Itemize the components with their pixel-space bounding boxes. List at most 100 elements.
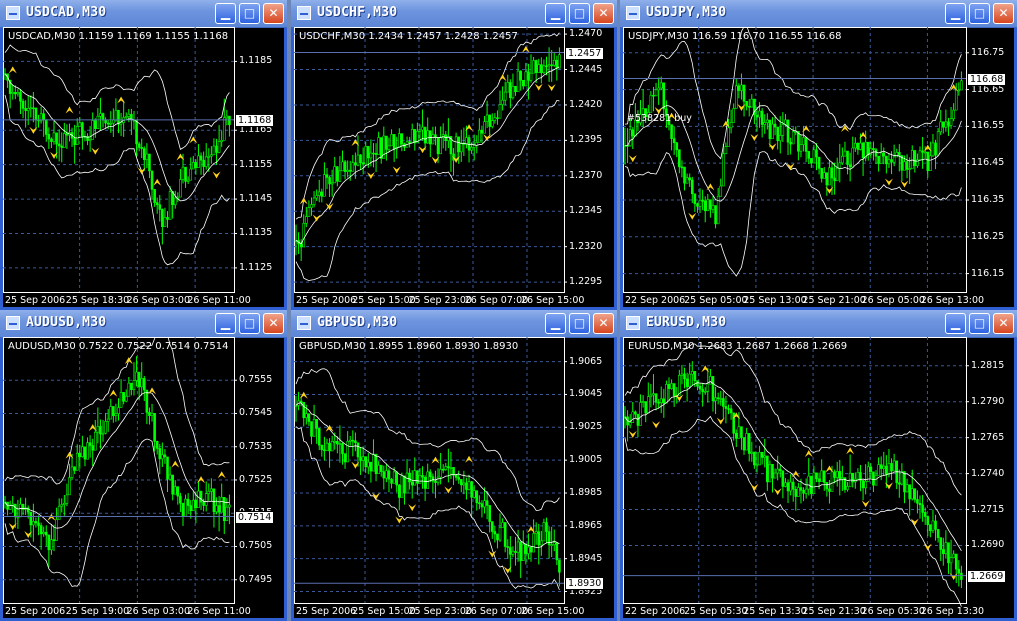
minimize-icon[interactable]: ▁ [945, 3, 966, 24]
candle-body [346, 169, 349, 172]
candle-body [112, 119, 115, 124]
candle-body [791, 481, 795, 490]
candle-body [423, 476, 427, 489]
candle-body [877, 464, 880, 476]
chart-plot-area[interactable]: GBPUSD,M30 1.8955 1.8960 1.8930 1.8930 1.… [294, 337, 614, 618]
candle-body [315, 419, 318, 429]
candle-body [124, 116, 128, 118]
candle-body [807, 475, 811, 490]
current-price-tag: 116.68 [967, 72, 1007, 86]
candle-body [217, 141, 221, 153]
candle-body [810, 158, 813, 164]
window-titlebar[interactable]: USDCAD,M30 ▁ □ ✕ [0, 0, 287, 28]
candle-body [155, 202, 159, 206]
candle-body [184, 498, 187, 517]
candle-body [361, 162, 365, 165]
window-titlebar[interactable]: EURUSD,M30 ▁ □ ✕ [620, 310, 1017, 338]
candle-body [475, 490, 479, 504]
fractal-down-icon [91, 147, 100, 155]
candle-body [802, 489, 805, 494]
chart-window-eurusd[interactable]: EURUSD,M30 ▁ □ ✕ EURUSD,M30 1.2683 1.2687 1.… [620, 310, 1017, 621]
candle-body [952, 553, 955, 558]
candle-body [778, 468, 782, 472]
chart-plot-area[interactable]: AUDUSD,M30 0.7522 0.7522 0.7514 0.7514 0.… [3, 337, 284, 618]
candle-body [670, 124, 673, 139]
candle-body [490, 120, 494, 127]
candle-body [869, 466, 873, 473]
candle-body [356, 442, 360, 458]
candle-body [155, 441, 159, 449]
window-titlebar[interactable]: USDJPY,M30 ▁ □ ✕ [620, 0, 1017, 28]
y-axis-label: 116.25 [971, 230, 1005, 242]
close-icon[interactable]: ✕ [993, 3, 1014, 24]
candle-body [768, 119, 772, 139]
candle-body [649, 94, 653, 113]
window-titlebar[interactable]: AUDUSD,M30 ▁ □ ✕ [0, 310, 287, 338]
candle-body [646, 396, 650, 414]
candle-body [434, 480, 437, 483]
maximize-icon[interactable]: □ [239, 3, 260, 24]
window-titlebar[interactable]: GBPUSD,M30 ▁ □ ✕ [291, 310, 617, 338]
window-titlebar[interactable]: USDCHF,M30 ▁ □ ✕ [291, 0, 617, 28]
candle-body [773, 472, 777, 479]
candle-body [452, 467, 455, 476]
candle-body [343, 453, 347, 463]
price-chart-svg [294, 27, 567, 293]
candle-body [390, 134, 393, 147]
candle-body [55, 519, 58, 541]
candle-body [217, 505, 221, 513]
maximize-icon[interactable]: □ [969, 3, 990, 24]
close-icon[interactable]: ✕ [993, 313, 1014, 334]
candle-body [91, 120, 95, 140]
minimize-icon[interactable]: ▁ [215, 3, 236, 24]
chart-plot-area[interactable]: USDCHF,M30 1.2434 1.2457 1.2428 1.2457 1.… [294, 27, 614, 307]
maximize-icon[interactable]: □ [239, 313, 260, 334]
candle-body [470, 481, 473, 498]
candle-body [685, 378, 689, 388]
candle-body [228, 115, 231, 126]
close-icon[interactable]: ✕ [593, 3, 614, 24]
close-icon[interactable]: ✕ [263, 3, 284, 24]
chart-plot-area[interactable]: EURUSD,M30 1.2683 1.2687 1.2668 1.2669 1.… [623, 337, 1014, 618]
candle-body [485, 114, 489, 122]
chart-window-usdjpy[interactable]: USDJPY,M30 ▁ □ ✕ USDJPY,M30 116.59 116.70 11… [620, 0, 1017, 310]
minimize-icon[interactable]: ▁ [545, 3, 566, 24]
chart-window-audusd[interactable]: AUDUSD,M30 ▁ □ ✕ AUDUSD,M30 0.7522 0.7522 0.… [0, 310, 287, 621]
close-icon[interactable]: ✕ [263, 313, 284, 334]
chart-plot-area[interactable]: USDCAD,M30 1.1159 1.1169 1.1155 1.1168 1.… [3, 27, 284, 307]
chart-window-usdchf[interactable]: USDCHF,M30 ▁ □ ✕ USDCHF,M30 1.2434 1.2457 1.… [291, 0, 617, 310]
candle-body [171, 474, 174, 495]
close-icon[interactable]: ✕ [593, 313, 614, 334]
candle-body [545, 65, 548, 68]
maximize-icon[interactable]: □ [569, 313, 590, 334]
current-price-tag: 1.8930 [565, 577, 605, 591]
chart-plot-area[interactable]: USDJPY,M30 116.59 116.70 116.55 116.68 11… [623, 27, 1014, 307]
maximize-icon[interactable]: □ [969, 313, 990, 334]
candle-body [52, 132, 56, 142]
candle-body [310, 421, 313, 437]
candle-body [426, 471, 430, 489]
fractal-down-icon [408, 504, 417, 512]
candle-body [104, 421, 107, 434]
chart-window-usdcad[interactable]: USDCAD,M30 ▁ □ ✕ USDCAD,M30 1.1159 1.1169 1.… [0, 0, 287, 310]
maximize-icon[interactable]: □ [569, 3, 590, 24]
candle-body [73, 137, 76, 145]
minimize-icon[interactable]: ▁ [215, 313, 236, 334]
candle-body [294, 405, 298, 407]
chart-window-gbpusd[interactable]: GBPUSD,M30 ▁ □ ✕ GBPUSD,M30 1.8955 1.8960 1.… [291, 310, 617, 621]
candle-body [944, 121, 948, 128]
candle-body [659, 398, 663, 404]
candle-body [537, 531, 541, 546]
candle-body [703, 391, 707, 393]
candle-body [465, 482, 468, 490]
candle-body [634, 411, 637, 415]
candle-body [740, 426, 743, 438]
minimize-icon[interactable]: ▁ [545, 313, 566, 334]
candle-body [957, 89, 961, 92]
candle-body [75, 452, 79, 471]
candle-body [189, 505, 193, 512]
minimize-icon[interactable]: ▁ [945, 313, 966, 334]
candle-body [323, 174, 326, 197]
candle-body [181, 166, 185, 180]
candle-body [395, 471, 399, 486]
